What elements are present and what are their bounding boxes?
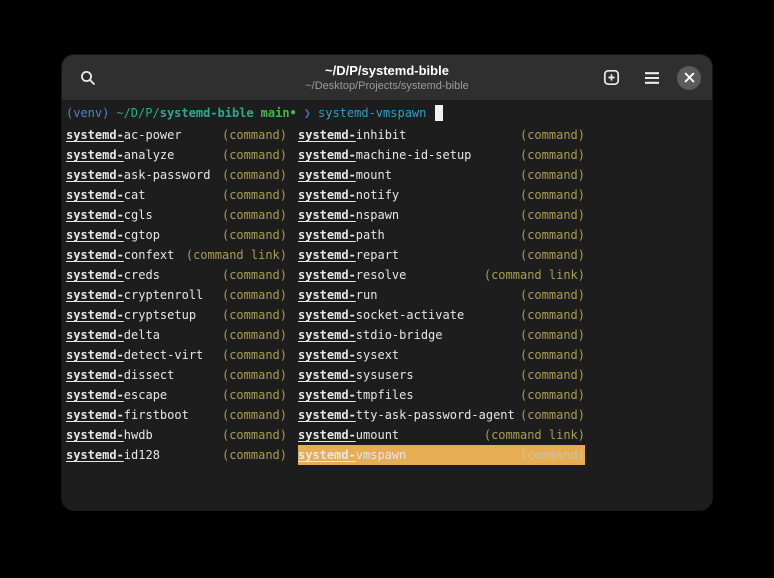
window-subtitle: ~/Desktop/Projects/systemd-bible [305,79,469,93]
close-icon [684,72,695,83]
completion-item-systemd-umount: systemd-umount(command link) [298,425,585,445]
terminal-cursor [435,105,443,121]
headerbar-controls [595,62,701,94]
completion-item-systemd-inhibit: systemd-inhibit(command) [298,125,585,145]
completion-item-systemd-nspawn: systemd-nspawn(command) [298,205,585,225]
completion-item-systemd-repart: systemd-repart(command) [298,245,585,265]
completion-item-systemd-ask-password: systemd-ask-password(command) [66,165,287,185]
search-button[interactable] [72,62,104,94]
completion-item-systemd-run: systemd-run(command) [298,285,585,305]
completion-item-systemd-cgls: systemd-cgls(command) [66,205,287,225]
completion-item-systemd-escape: systemd-escape(command) [66,385,287,405]
completion-item-systemd-vmspawn: systemd-vmspawn(command) [298,445,585,465]
window-title-block: ~/D/P/systemd-bible ~/Desktop/Projects/s… [305,63,469,93]
completion-item-systemd-mount: systemd-mount(command) [298,165,585,185]
completion-column-left: systemd-ac-power(command)systemd-analyze… [66,125,287,465]
completion-item-systemd-detect-virt: systemd-detect-virt(command) [66,345,287,365]
completion-column-right: systemd-inhibit(command)systemd-machine-… [298,125,585,465]
headerbar: ~/D/P/systemd-bible ~/Desktop/Projects/s… [62,55,712,100]
completion-item-systemd-tmpfiles: systemd-tmpfiles(command) [298,385,585,405]
completion-item-systemd-id128: systemd-id128(command) [66,445,287,465]
completion-item-systemd-machine-id-setup: systemd-machine-id-setup(command) [298,145,585,165]
menu-button[interactable] [636,62,668,94]
completion-item-systemd-analyze: systemd-analyze(command) [66,145,287,165]
completion-item-systemd-notify: systemd-notify(command) [298,185,585,205]
typed-command: systemd-vmspawn [318,103,426,123]
completion-item-systemd-sysusers: systemd-sysusers(command) [298,365,585,385]
completion-item-systemd-confext: systemd-confext(command link) [66,245,287,265]
completion-item-systemd-sysext: systemd-sysext(command) [298,345,585,365]
git-branch: main• [261,103,297,123]
completion-item-systemd-tty-ask-password-agent: systemd-tty-ask-password-agent(command) [298,405,585,425]
completion-grid: systemd-ac-power(command)systemd-analyze… [66,125,708,465]
cwd-path-prefix: ~/D/P/ [116,106,159,120]
new-tab-icon [603,69,620,86]
completion-item-systemd-cryptsetup: systemd-cryptsetup(command) [66,305,287,325]
prompt-line: (venv) ~/D/P/systemd-bible main• ❯ systemd-v… [66,103,708,123]
completion-item-systemd-hwdb: systemd-hwdb(command) [66,425,287,445]
search-icon [80,70,96,86]
completion-item-systemd-firstboot: systemd-firstboot(command) [66,405,287,425]
completion-item-systemd-path: systemd-path(command) [298,225,585,245]
hamburger-menu-icon [644,71,660,85]
completion-item-systemd-delta: systemd-delta(command) [66,325,287,345]
terminal-window: ~/D/P/systemd-bible ~/Desktop/Projects/s… [62,55,712,510]
prompt-arrow: ❯ [304,103,311,123]
completion-item-systemd-cat: systemd-cat(command) [66,185,287,205]
cwd-path-name: systemd-bible [160,106,254,120]
close-button[interactable] [677,66,701,90]
completion-item-systemd-ac-power: systemd-ac-power(command) [66,125,287,145]
new-tab-button[interactable] [595,62,627,94]
completion-item-systemd-socket-activate: systemd-socket-activate(command) [298,305,585,325]
completion-item-systemd-cgtop: systemd-cgtop(command) [66,225,287,245]
completion-item-systemd-resolve: systemd-resolve(command link) [298,265,585,285]
venv-indicator: (venv) [66,103,109,123]
completion-item-systemd-creds: systemd-creds(command) [66,265,287,285]
window-title: ~/D/P/systemd-bible [305,63,469,79]
terminal-screen[interactable]: (venv) ~/D/P/systemd-bible main• ❯ systemd-v… [62,100,712,510]
completion-item-systemd-cryptenroll: systemd-cryptenroll(command) [66,285,287,305]
completion-item-systemd-dissect: systemd-dissect(command) [66,365,287,385]
completion-item-systemd-stdio-bridge: systemd-stdio-bridge(command) [298,325,585,345]
cwd-path: ~/D/P/systemd-bible [116,103,253,123]
